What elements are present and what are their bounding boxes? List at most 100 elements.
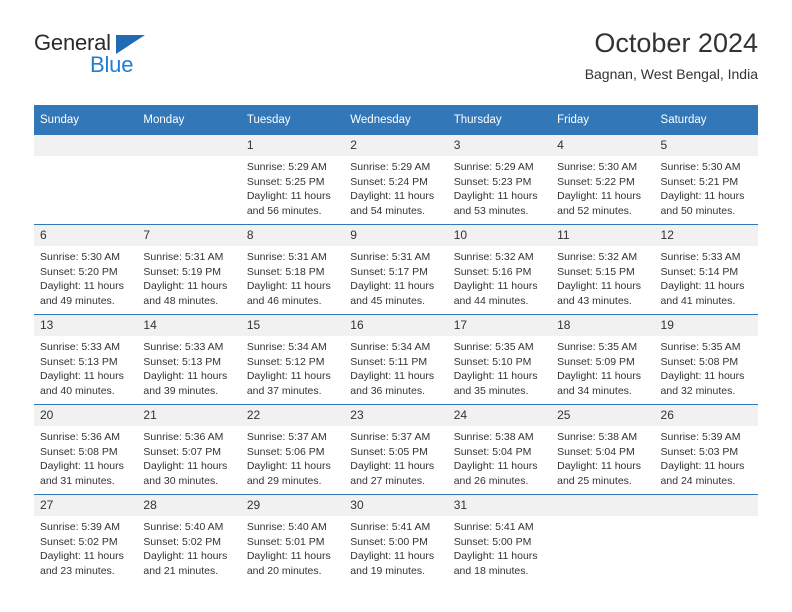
day-number: 23 [344, 405, 448, 426]
daylight-duration-line2: and 30 minutes. [143, 474, 219, 487]
day-details: Sunrise: 5:30 AM Sunset: 5:22 PM Daylight:… [551, 156, 654, 218]
day-cell[interactable]: 24 Sunrise: 5:38 AM Sunset: 5:04 PM Dayligh… [447, 404, 552, 495]
day-cell[interactable]: 6 Sunrise: 5:30 AM Sunset: 5:20 PM Daylight… [34, 224, 138, 315]
sunrise-time: Sunrise: 5:31 AM [246, 251, 327, 263]
day-cell[interactable]: 27 Sunrise: 5:39 AM Sunset: 5:02 PM Dayligh… [34, 494, 138, 584]
sunrise-time: Sunrise: 5:38 AM [453, 431, 534, 443]
day-cell[interactable]: 25 Sunrise: 5:38 AM Sunset: 5:04 PM Dayligh… [551, 404, 655, 495]
daylight-duration-line1: Daylight: 11 hours [143, 550, 228, 563]
day-details: Sunrise: 5:32 AM Sunset: 5:16 PM Daylight:… [448, 246, 551, 308]
day-cell[interactable]: 12 Sunrise: 5:33 AM Sunset: 5:14 PM Dayligh… [654, 224, 758, 315]
daylight-duration-line2: and 44 minutes. [453, 294, 529, 307]
daylight-duration-line1: Daylight: 11 hours [453, 460, 538, 473]
day-cell[interactable]: 28 Sunrise: 5:40 AM Sunset: 5:02 PM Dayligh… [137, 494, 241, 584]
daylight-duration-line2: and 45 minutes. [350, 294, 425, 307]
day-cell[interactable]: 10 Sunrise: 5:32 AM Sunset: 5:16 PM Dayligh… [447, 224, 552, 315]
daylight-duration-line1: Daylight: 11 hours [40, 280, 124, 293]
day-details: Sunrise: 5:40 AM Sunset: 5:02 PM Daylight:… [137, 516, 240, 578]
day-number: 24 [447, 405, 552, 426]
day-number [137, 135, 241, 156]
daylight-duration-line2: and 18 minutes. [453, 564, 529, 577]
sunrise-time: Sunrise: 5:36 AM [40, 431, 120, 443]
daylight-duration-line2: and 50 minutes. [660, 204, 736, 217]
day-number: 26 [654, 405, 758, 426]
day-cell[interactable]: 13 Sunrise: 5:33 AM Sunset: 5:13 PM Dayligh… [34, 314, 138, 405]
weekday-header-sunday: Sunday [34, 105, 138, 135]
daylight-duration-line1: Daylight: 11 hours [350, 550, 435, 563]
daylight-duration-line2: and 36 minutes. [350, 384, 425, 397]
daylight-duration-line1: Daylight: 11 hours [143, 280, 228, 293]
day-cell[interactable]: 30 Sunrise: 5:41 AM Sunset: 5:00 PM Dayligh… [344, 494, 448, 584]
day-cell[interactable]: 26 Sunrise: 5:39 AM Sunset: 5:03 PM Dayligh… [654, 404, 758, 495]
day-details: Sunrise: 5:37 AM Sunset: 5:05 PM Daylight:… [344, 426, 447, 488]
day-cell[interactable]: 29 Sunrise: 5:40 AM Sunset: 5:01 PM Dayligh… [240, 494, 345, 584]
day-details: Sunrise: 5:32 AM Sunset: 5:15 PM Daylight:… [551, 246, 654, 308]
weekday-header-thursday: Thursday [447, 105, 552, 135]
calendar-week-row: 27 Sunrise: 5:39 AM Sunset: 5:02 PM Dayligh… [34, 494, 758, 584]
daylight-duration-line1: Daylight: 11 hours [660, 280, 745, 293]
day-details: Sunrise: 5:35 AM Sunset: 5:09 PM Daylight:… [551, 336, 654, 398]
day-cell[interactable]: 4 Sunrise: 5:30 AM Sunset: 5:22 PM Daylight… [551, 135, 655, 225]
sunrise-time: Sunrise: 5:41 AM [350, 521, 431, 533]
day-cell[interactable]: 2 Sunrise: 5:29 AM Sunset: 5:24 PM Daylight… [344, 135, 448, 225]
day-cell[interactable]: 16 Sunrise: 5:34 AM Sunset: 5:11 PM Dayligh… [344, 314, 448, 405]
day-number: 2 [344, 135, 448, 156]
day-details: Sunrise: 5:35 AM Sunset: 5:08 PM Daylight:… [655, 336, 758, 398]
day-cell[interactable]: 5 Sunrise: 5:30 AM Sunset: 5:21 PM Daylight… [654, 135, 758, 225]
day-cell[interactable]: 8 Sunrise: 5:31 AM Sunset: 5:18 PM Daylight… [240, 224, 345, 315]
day-cell[interactable]: 11 Sunrise: 5:32 AM Sunset: 5:15 PM Dayligh… [551, 224, 655, 315]
day-details: Sunrise: 5:37 AM Sunset: 5:06 PM Daylight:… [241, 426, 344, 488]
daylight-duration-line1: Daylight: 11 hours [246, 280, 331, 293]
title-block: October 2024 Bagnan, West Bengal, India [585, 26, 758, 84]
sunset-time: Sunset: 5:00 PM [453, 535, 532, 548]
day-number: 8 [240, 225, 345, 246]
daylight-duration-line1: Daylight: 11 hours [453, 280, 538, 293]
day-cell[interactable]: 18 Sunrise: 5:35 AM Sunset: 5:09 PM Dayligh… [551, 314, 655, 405]
day-number: 12 [654, 225, 758, 246]
sunset-time: Sunset: 5:15 PM [557, 265, 635, 278]
day-cell[interactable]: 19 Sunrise: 5:35 AM Sunset: 5:08 PM Dayligh… [654, 314, 758, 405]
daylight-duration-line1: Daylight: 11 hours [143, 460, 228, 473]
calendar-week-row: 1 Sunrise: 5:29 AM Sunset: 5:25 PM Daylight… [34, 135, 758, 225]
sunrise-time: Sunrise: 5:41 AM [453, 521, 534, 533]
day-details: Sunrise: 5:41 AM Sunset: 5:00 PM Daylight:… [344, 516, 447, 578]
day-cell[interactable]: 1 Sunrise: 5:29 AM Sunset: 5:25 PM Daylight… [240, 135, 345, 225]
day-cell[interactable]: 7 Sunrise: 5:31 AM Sunset: 5:19 PM Daylight… [137, 224, 241, 315]
day-cell[interactable]: 20 Sunrise: 5:36 AM Sunset: 5:08 PM Dayligh… [34, 404, 138, 495]
sunrise-time: Sunrise: 5:30 AM [660, 161, 741, 173]
day-details: Sunrise: 5:33 AM Sunset: 5:14 PM Daylight:… [655, 246, 758, 308]
sunset-time: Sunset: 5:18 PM [246, 265, 325, 278]
daylight-duration-line2: and 32 minutes. [660, 384, 736, 397]
daylight-duration-line2: and 25 minutes. [557, 474, 632, 487]
calendar-table: Sunday Monday Tuesday Wednesday Thursday… [34, 105, 758, 584]
day-cell[interactable]: 23 Sunrise: 5:37 AM Sunset: 5:05 PM Dayligh… [344, 404, 448, 495]
day-number: 16 [344, 315, 448, 336]
sunset-time: Sunset: 5:13 PM [143, 355, 222, 368]
day-cell[interactable]: 9 Sunrise: 5:31 AM Sunset: 5:17 PM Daylight… [344, 224, 448, 315]
sunrise-time: Sunrise: 5:40 AM [246, 521, 327, 533]
daylight-duration-line2: and 53 minutes. [453, 204, 529, 217]
calendar-page: General Blue October 2024 Bagnan, West B… [0, 0, 792, 612]
sunrise-time: Sunrise: 5:38 AM [557, 431, 638, 443]
day-number [551, 495, 655, 516]
day-details: Sunrise: 5:29 AM Sunset: 5:23 PM Daylight:… [448, 156, 551, 218]
daylight-duration-line1: Daylight: 11 hours [350, 190, 435, 203]
sunrise-time: Sunrise: 5:30 AM [557, 161, 638, 173]
day-cell[interactable]: 15 Sunrise: 5:34 AM Sunset: 5:12 PM Dayligh… [240, 314, 345, 405]
day-cell[interactable]: 3 Sunrise: 5:29 AM Sunset: 5:23 PM Daylight… [447, 135, 552, 225]
day-cell[interactable]: 22 Sunrise: 5:37 AM Sunset: 5:06 PM Dayligh… [240, 404, 345, 495]
daylight-duration-line1: Daylight: 11 hours [246, 190, 331, 203]
daylight-duration-line2: and 54 minutes. [350, 204, 425, 217]
day-cell[interactable]: 17 Sunrise: 5:35 AM Sunset: 5:10 PM Dayligh… [447, 314, 552, 405]
day-number: 13 [34, 315, 138, 336]
daylight-duration-line2: and 24 minutes. [660, 474, 736, 487]
weekday-header-friday: Friday [551, 105, 655, 135]
sunrise-time: Sunrise: 5:35 AM [557, 341, 638, 353]
day-number: 28 [137, 495, 241, 516]
day-details: Sunrise: 5:34 AM Sunset: 5:12 PM Daylight:… [241, 336, 344, 398]
general-blue-logo[interactable]: General Blue [34, 30, 184, 88]
day-cell[interactable]: 14 Sunrise: 5:33 AM Sunset: 5:13 PM Dayligh… [137, 314, 241, 405]
day-number: 3 [447, 135, 552, 156]
day-cell[interactable]: 31 Sunrise: 5:41 AM Sunset: 5:00 PM Dayligh… [447, 494, 552, 584]
day-cell[interactable]: 21 Sunrise: 5:36 AM Sunset: 5:07 PM Dayligh… [137, 404, 241, 495]
